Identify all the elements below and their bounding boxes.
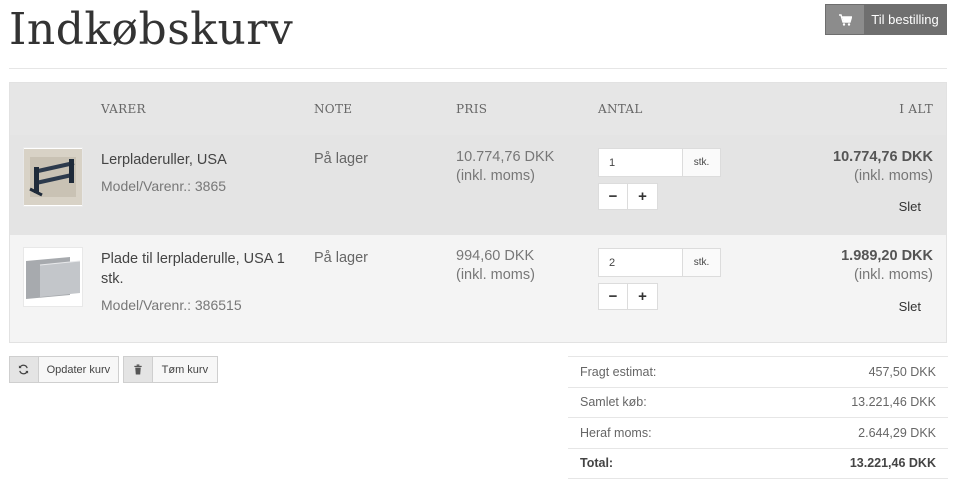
decrement-button[interactable]: − — [598, 183, 628, 210]
summary-label: Heraf moms: — [580, 425, 652, 440]
column-header-price: PRIS — [456, 102, 488, 116]
cart-table-header: VARER NOTE PRIS ANTAL I ALT — [10, 83, 946, 135]
product-price: 10.774,76 DKK (inkl. moms) — [456, 148, 554, 186]
summary-label: Fragt estimat: — [580, 364, 657, 379]
quantity-input[interactable]: 2 — [599, 249, 683, 276]
column-header-note: NOTE — [314, 102, 353, 116]
column-header-total: I ALT — [899, 102, 933, 116]
row-total-value: 1.989,20 DKK — [841, 248, 933, 264]
empty-cart-button[interactable]: Tøm kurv — [123, 356, 218, 383]
row-total-value: 10.774,76 DKK — [833, 149, 933, 165]
checkout-button[interactable]: Til bestilling — [825, 4, 947, 35]
delete-button[interactable]: Slet — [899, 199, 921, 214]
summary-row-total: Total: 13.221,46 DKK — [568, 449, 948, 479]
table-row: Plade til lerpladerulle, USA 1 stk. Mode… — [10, 235, 946, 342]
row-total-vat-note: (inkl. moms) — [854, 267, 933, 283]
product-name[interactable]: Plade til lerpladerulle, USA 1 stk. — [101, 249, 291, 289]
order-summary: Fragt estimat: 457,50 DKK Samlet køb: 13… — [568, 356, 948, 479]
quantity-unit: stk. — [683, 149, 720, 176]
increment-button[interactable]: + — [628, 183, 658, 210]
price-vat-note: (inkl. moms) — [456, 267, 535, 283]
table-row: Lerpladeruller, USA Model/Varenr.: 3865 … — [10, 135, 946, 235]
title-divider — [9, 68, 947, 69]
increment-button[interactable]: + — [628, 283, 658, 310]
row-total: 1.989,20 DKK (inkl. moms) — [841, 247, 933, 285]
product-price: 994,60 DKK (inkl. moms) — [456, 247, 535, 285]
column-header-quantity: ANTAL — [598, 102, 643, 116]
update-cart-label: Opdater kurv — [38, 357, 118, 382]
quantity-input[interactable]: 1 — [599, 149, 683, 176]
page-title: Indkøbskurv — [9, 4, 294, 55]
quantity-unit: stk. — [683, 249, 720, 276]
quantity-stepper: − + — [598, 283, 658, 310]
summary-row-vat: Heraf moms: 2.644,29 DKK — [568, 418, 948, 449]
price-vat-note: (inkl. moms) — [456, 168, 535, 184]
summary-value: 2.644,29 DKK — [858, 425, 936, 440]
cart-icon — [826, 5, 864, 34]
summary-label: Samlet køb: — [580, 395, 647, 410]
price-value: 10.774,76 DKK — [456, 149, 555, 165]
product-note: På lager — [314, 151, 369, 167]
column-header-items: VARER — [101, 102, 146, 116]
refresh-icon — [10, 357, 39, 382]
summary-value: 13.221,46 DKK — [849, 456, 936, 471]
quantity-field[interactable]: 1 stk. — [598, 148, 721, 177]
summary-row-shipping: Fragt estimat: 457,50 DKK — [568, 357, 948, 388]
decrement-button[interactable]: − — [598, 283, 628, 310]
product-model: Model/Varenr.: 386515 — [101, 297, 242, 313]
cart-table: VARER NOTE PRIS ANTAL I ALT Lerpladerull… — [9, 82, 947, 343]
row-total: 10.774,76 DKK (inkl. moms) — [833, 148, 933, 186]
update-cart-button[interactable]: Opdater kurv — [9, 356, 119, 383]
trash-icon — [124, 357, 153, 382]
product-model: Model/Varenr.: 3865 — [101, 178, 227, 194]
row-total-vat-note: (inkl. moms) — [854, 168, 933, 184]
summary-row-subtotal: Samlet køb: 13.221,46 DKK — [568, 388, 948, 418]
quantity-field[interactable]: 2 stk. — [598, 248, 721, 277]
summary-label: Total: — [580, 456, 614, 471]
delete-button[interactable]: Slet — [899, 299, 921, 314]
product-image[interactable] — [23, 247, 83, 307]
product-note: På lager — [314, 250, 369, 266]
summary-value: 457,50 DKK — [868, 364, 936, 379]
empty-cart-label: Tøm kurv — [152, 357, 217, 382]
checkout-label: Til bestilling — [864, 5, 946, 34]
product-image[interactable] — [23, 147, 83, 207]
price-value: 994,60 DKK — [456, 248, 535, 264]
quantity-stepper: − + — [598, 183, 658, 210]
summary-value: 13.221,46 DKK — [851, 395, 936, 410]
product-name[interactable]: Lerpladeruller, USA — [101, 150, 291, 170]
